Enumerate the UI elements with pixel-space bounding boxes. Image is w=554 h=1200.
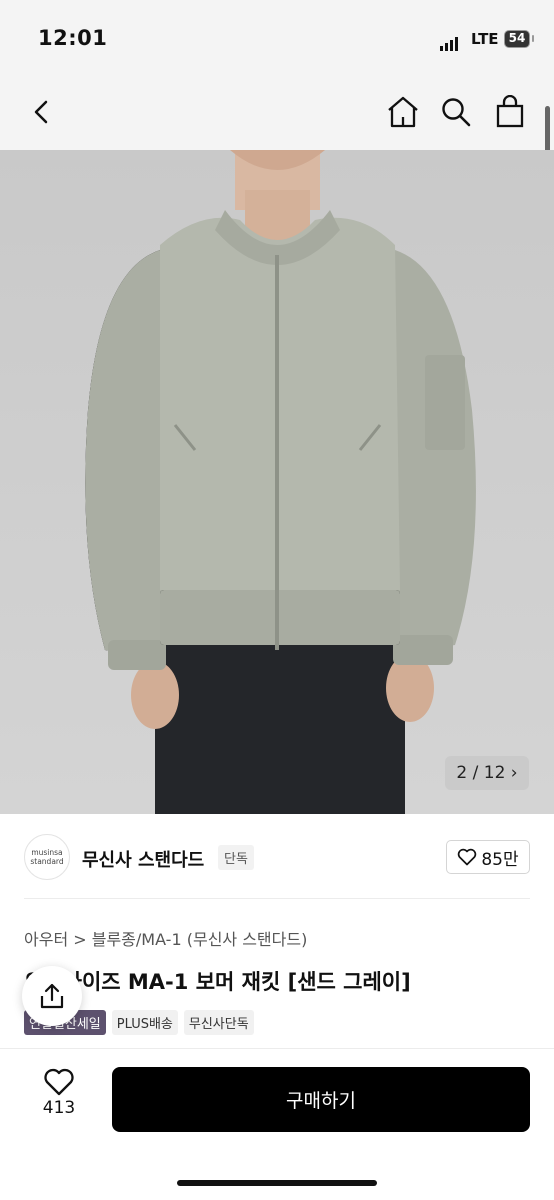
divider — [24, 898, 530, 899]
search-icon — [442, 98, 471, 127]
brand-logo-line1: musinsa — [31, 848, 63, 857]
share-icon — [40, 983, 64, 1009]
nav-bar — [0, 80, 554, 150]
chevron-left-icon — [34, 100, 48, 124]
shopping-bag-icon — [496, 95, 524, 128]
back-button[interactable] — [22, 92, 62, 132]
tag-plus-delivery: PLUS배송 — [111, 1010, 178, 1035]
brand-like-count: 85만 — [481, 849, 519, 870]
brand-logo-line2: standard — [30, 857, 64, 866]
brand-name[interactable]: 무신사 스탠다드 — [82, 846, 204, 872]
divider — [0, 1048, 554, 1049]
status-time: 12:01 — [38, 26, 108, 50]
wishlist-count: 413 — [42, 1098, 76, 1118]
signal-icon — [440, 32, 460, 51]
wishlist-button[interactable]: 413 — [26, 1068, 92, 1118]
heart-icon — [458, 848, 477, 866]
exclusive-badge: 단독 — [218, 845, 254, 870]
brand-like-button[interactable]: 85만 — [446, 840, 530, 874]
heart-icon — [44, 1068, 74, 1096]
battery-icon: 54 — [504, 30, 530, 48]
brand-logo[interactable]: musinsa standard — [24, 834, 70, 880]
tag-exclusive: 무신사단독 — [183, 1010, 254, 1035]
battery-tip — [532, 35, 534, 42]
product-title: 오버사이즈 MA-1 보머 재킷 [샌드 그레이] — [24, 970, 411, 994]
product-image[interactable] — [0, 150, 554, 814]
buy-button[interactable]: 구매하기 — [112, 1067, 530, 1132]
image-counter[interactable]: 2 / 12 › — [445, 756, 529, 790]
search-button[interactable] — [436, 92, 476, 132]
share-button[interactable] — [22, 966, 82, 1026]
battery-level: 54 — [508, 31, 526, 45]
jacket-photo — [85, 150, 476, 814]
home-icon — [388, 96, 418, 128]
category-breadcrumb[interactable]: 아우터 > 블루종/MA-1 (무신사 스탠다드) — [24, 926, 307, 950]
network-label: LTE — [471, 30, 499, 48]
home-indicator — [177, 1180, 377, 1186]
home-button[interactable] — [383, 92, 423, 132]
cart-button[interactable] — [490, 92, 530, 132]
